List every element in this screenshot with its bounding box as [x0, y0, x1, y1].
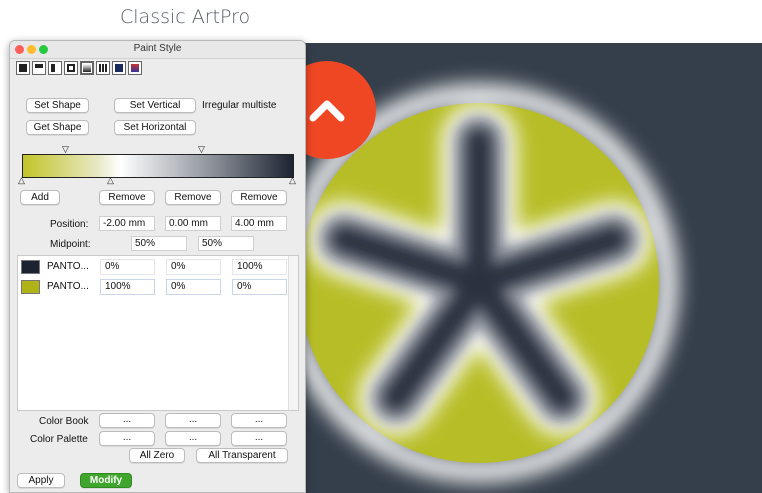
color-palette-button[interactable]: ...: [165, 431, 221, 446]
ink-name: PANTO...: [47, 281, 89, 292]
ink-value-field[interactable]: 0%: [100, 259, 155, 275]
get-shape-button[interactable]: Get Shape: [26, 120, 89, 135]
midpoint-field[interactable]: 50%: [198, 236, 254, 251]
color-stop-marker[interactable]: △: [289, 176, 296, 185]
color-book-button[interactable]: ...: [99, 413, 155, 428]
remove-stop-button[interactable]: Remove: [231, 190, 287, 205]
window-title: Paint Style: [133, 43, 182, 54]
set-shape-button[interactable]: Set Shape: [26, 98, 89, 113]
gradient-preview-bar[interactable]: [22, 154, 294, 178]
pattern-icon[interactable]: [96, 61, 110, 75]
fill-solid-icon[interactable]: [16, 61, 30, 75]
chevron-up-icon: [309, 100, 345, 122]
color-palette-label: Color Palette: [30, 434, 88, 445]
vignette-icon[interactable]: [112, 61, 126, 75]
color-stop-marker[interactable]: △: [107, 176, 114, 185]
irregular-multistep-label: Irregular multiste: [202, 100, 277, 111]
midpoint-marker[interactable]: ▽: [198, 145, 205, 154]
ink-list[interactable]: PANTO... 0% 0% 100% PANTO... 100% 0% 0%: [17, 255, 299, 411]
color-book-button[interactable]: ...: [231, 413, 287, 428]
ink-value-field[interactable]: 0%: [232, 279, 287, 295]
ink-name: PANTO...: [47, 261, 89, 272]
position-field[interactable]: 0.00 mm: [165, 216, 221, 231]
ink-value-field[interactable]: 100%: [100, 279, 155, 295]
remove-stop-button[interactable]: Remove: [165, 190, 221, 205]
apply-button[interactable]: Apply: [17, 473, 65, 488]
midpoint-marker[interactable]: ▽: [62, 145, 69, 154]
color-palette-button[interactable]: ...: [231, 431, 287, 446]
set-horizontal-button[interactable]: Set Horizontal: [114, 120, 196, 135]
image-fill-icon[interactable]: [128, 61, 142, 75]
color-stop-marker[interactable]: △: [18, 176, 25, 185]
paint-mode-toolbar: [10, 59, 305, 79]
color-book-button[interactable]: ...: [165, 413, 221, 428]
fill-left-icon[interactable]: [48, 61, 62, 75]
ink-value-field[interactable]: 100%: [232, 259, 287, 275]
ink-swatch: [21, 280, 40, 294]
color-palette-button[interactable]: ...: [99, 431, 155, 446]
position-field[interactable]: 4.00 mm: [231, 216, 287, 231]
ink-row[interactable]: PANTO... 100% 0% 0%: [18, 277, 290, 297]
all-transparent-button[interactable]: All Transparent: [196, 448, 288, 463]
ink-list-scrollbar[interactable]: [288, 256, 298, 410]
ink-swatch: [21, 260, 40, 274]
page-caption: Classic ArtPro: [120, 6, 251, 28]
fill-top-icon[interactable]: [32, 61, 46, 75]
stroke-icon[interactable]: [64, 61, 78, 75]
modify-button[interactable]: Modify: [80, 473, 132, 488]
ink-value-field[interactable]: 0%: [166, 259, 221, 275]
add-stop-button[interactable]: Add: [20, 190, 60, 205]
set-vertical-button[interactable]: Set Vertical: [114, 98, 196, 113]
window-titlebar[interactable]: Paint Style: [10, 41, 305, 59]
gradient-icon[interactable]: [80, 61, 94, 75]
ink-value-field[interactable]: 0%: [166, 279, 221, 295]
midpoint-label: Midpoint:: [50, 239, 91, 250]
ink-row[interactable]: PANTO... 0% 0% 100%: [18, 257, 290, 277]
midpoint-field[interactable]: 50%: [131, 236, 187, 251]
all-zero-button[interactable]: All Zero: [129, 448, 185, 463]
position-field[interactable]: -2.00 mm: [99, 216, 155, 231]
position-label: Position:: [50, 219, 89, 230]
paint-style-panel: Paint Style Set Shape Set Vertical Irreg…: [9, 40, 306, 493]
remove-stop-button[interactable]: Remove: [99, 190, 155, 205]
color-book-label: Color Book: [39, 416, 89, 427]
